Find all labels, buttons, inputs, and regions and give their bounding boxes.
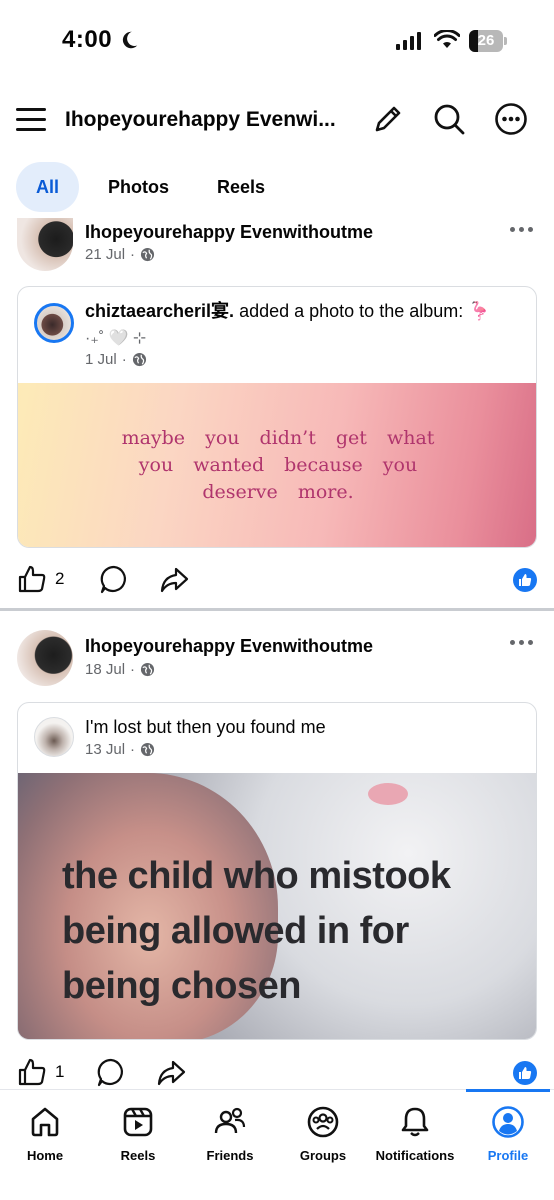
shared-author-avatar[interactable] xyxy=(34,303,74,343)
more-options-icon[interactable] xyxy=(494,102,528,136)
separator-dot: · xyxy=(130,246,136,263)
cat-photo-text-line: being chosen xyxy=(62,965,301,1007)
like-button[interactable]: 2 xyxy=(17,563,64,595)
globe-icon xyxy=(140,742,155,757)
post-actions: 1 xyxy=(0,1056,554,1088)
shared-post-meta: 1 Jul · xyxy=(85,351,147,368)
post-date[interactable]: 18 Jul xyxy=(85,661,125,678)
wifi-icon xyxy=(434,30,460,48)
nav-label: Profile xyxy=(487,1148,529,1163)
comment-icon[interactable] xyxy=(99,563,129,595)
groups-icon xyxy=(307,1106,339,1138)
menu-icon[interactable] xyxy=(16,106,46,132)
shared-author-name[interactable]: chiztaearcheril宴. xyxy=(85,301,234,321)
post-author[interactable]: Ihopeyourehappy Evenwithoutme xyxy=(85,222,373,243)
cat-photo-text-line: the child who mistook xyxy=(62,855,451,897)
profile-icon xyxy=(492,1106,524,1138)
post-more-icon[interactable] xyxy=(510,639,534,647)
shared-post-date[interactable]: 13 Jul xyxy=(85,741,125,758)
tab-photos[interactable]: Photos xyxy=(89,162,188,212)
tab-reels[interactable]: Reels xyxy=(198,162,284,212)
cat-photo[interactable]: the child who mistook being allowed in f… xyxy=(18,773,536,1039)
profile-header: Ihopeyourehappy Evenwi... xyxy=(0,96,554,146)
status-bar: 4:00 26 xyxy=(0,0,554,84)
content-tabs: All Photos Reels xyxy=(16,162,294,212)
clock: 4:00 xyxy=(62,26,140,54)
separator-dot: · xyxy=(130,741,136,758)
shared-post-meta: 13 Jul · xyxy=(85,741,155,758)
share-icon[interactable] xyxy=(156,1056,186,1088)
shared-author-avatar[interactable] xyxy=(34,717,74,757)
reels-icon xyxy=(123,1107,153,1137)
shared-post-card[interactable]: chiztaearcheril宴. added a photo to the a… xyxy=(17,286,537,548)
home-icon xyxy=(31,1107,59,1137)
post-author[interactable]: Ihopeyourehappy Evenwithoutme xyxy=(85,636,373,657)
globe-icon xyxy=(140,662,155,677)
signal-icon xyxy=(396,32,421,50)
avatar[interactable] xyxy=(17,218,73,271)
cat-photo-text-line: being allowed in for xyxy=(62,910,409,952)
separator-dot: · xyxy=(121,351,127,368)
shared-author-name[interactable]: I'm lost but then you found me xyxy=(85,717,326,737)
post-actions: 2 xyxy=(0,563,554,595)
post-meta: 21 Jul · xyxy=(85,246,155,263)
quote-photo[interactable]: maybe you didn’t get what you wanted bec… xyxy=(18,383,536,547)
tab-all[interactable]: All xyxy=(16,162,80,212)
post-date[interactable]: 21 Jul xyxy=(85,246,125,263)
cat-photo-text: the child who mistook being allowed in f… xyxy=(62,849,451,1014)
separator-dot: · xyxy=(130,661,136,678)
like-reaction-icon xyxy=(513,568,537,592)
shared-post-date[interactable]: 1 Jul xyxy=(85,351,117,368)
like-count: 1 xyxy=(55,1062,65,1081)
shared-action-text: added a photo to the album: 🦩 xyxy=(234,301,491,321)
cat-nose-shape xyxy=(368,783,408,805)
post-more-icon[interactable] xyxy=(510,226,534,234)
comment-icon[interactable] xyxy=(96,1056,126,1088)
avatar[interactable] xyxy=(17,630,73,686)
shared-post-text: I'm lost but then you found me xyxy=(85,713,326,741)
clock-time: 4:00 xyxy=(62,26,113,53)
battery-icon: 26 xyxy=(469,30,507,52)
like-icon xyxy=(18,1058,46,1086)
like-icon xyxy=(18,565,46,593)
like-count: 2 xyxy=(55,569,65,588)
like-button[interactable]: 1 xyxy=(17,1056,64,1088)
friends-icon xyxy=(214,1107,246,1134)
quote-photo-text: maybe you didn’t get what you wanted bec… xyxy=(121,427,435,503)
globe-icon xyxy=(132,352,146,367)
battery-level: 26 xyxy=(477,32,495,49)
album-name[interactable]: ·₊˚ 🤍 ⊹ xyxy=(85,325,525,353)
search-icon[interactable] xyxy=(432,102,466,136)
active-tab-indicator xyxy=(466,1089,550,1092)
globe-icon xyxy=(140,247,155,262)
like-reaction-icon xyxy=(513,1061,537,1085)
page-title: Ihopeyourehappy Evenwi... xyxy=(65,108,336,131)
nav-profile[interactable]: Profile xyxy=(453,1090,554,1200)
edit-pencil-icon[interactable] xyxy=(371,102,405,136)
post-divider xyxy=(0,608,554,611)
shared-post-text: chiztaearcheril宴. added a photo to the a… xyxy=(85,297,525,353)
bottom-navigation: Home Reels Friends Groups Notifications … xyxy=(0,1089,554,1200)
post-meta: 18 Jul · xyxy=(85,661,155,678)
moon-icon xyxy=(122,31,138,49)
shared-post-card[interactable]: I'm lost but then you found me 13 Jul · … xyxy=(17,702,537,1040)
share-icon[interactable] xyxy=(159,563,189,595)
bell-icon xyxy=(401,1107,429,1137)
